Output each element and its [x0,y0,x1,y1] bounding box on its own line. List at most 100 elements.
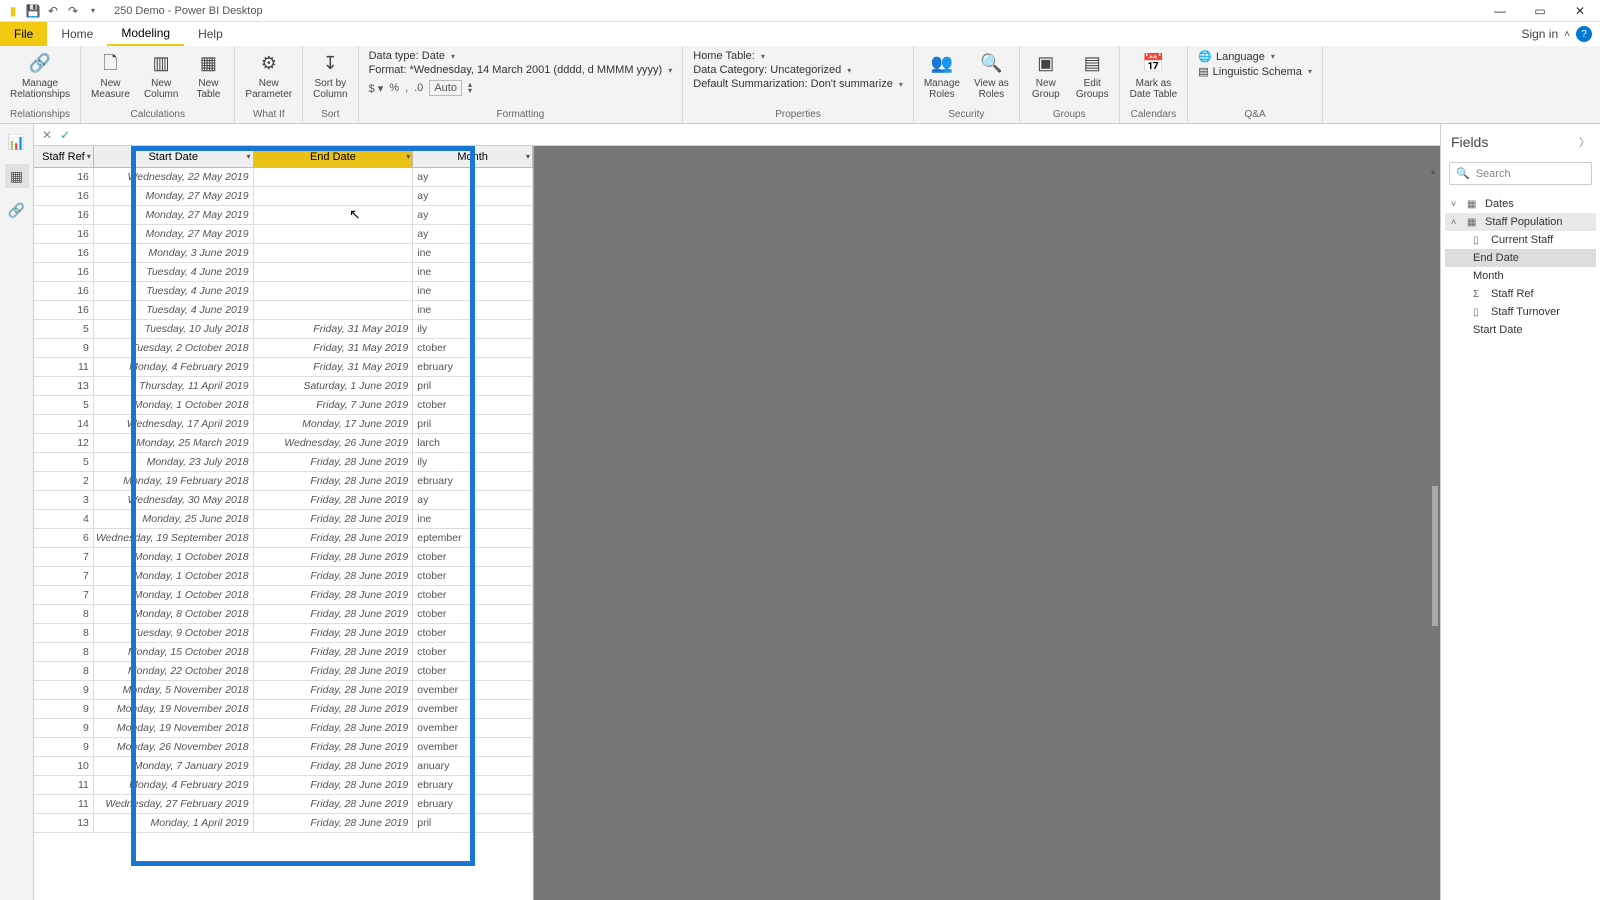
cell-staffref[interactable]: 16 [34,244,94,262]
column-header-staffref[interactable]: Staff Ref▾ [34,146,94,167]
vertical-scrollbar[interactable]: ▴ [1428,166,1438,898]
cell-month[interactable]: ctober [413,605,533,623]
cell-startdate[interactable]: Thursday, 11 April 2019 [94,377,254,395]
cancel-formula-icon[interactable]: ✕ [42,128,52,142]
cell-staffref[interactable]: 11 [34,776,94,794]
cell-startdate[interactable]: Monday, 8 October 2018 [94,605,254,623]
field-month[interactable]: Month [1445,267,1596,285]
cell-enddate[interactable]: Friday, 28 June 2019 [254,624,414,642]
scroll-up-icon[interactable]: ▴ [1428,166,1438,177]
cell-staffref[interactable]: 16 [34,301,94,319]
field-staff-ref[interactable]: ΣStaff Ref [1445,285,1596,303]
cell-month[interactable]: anuary [413,757,533,775]
cell-startdate[interactable]: Monday, 25 March 2019 [94,434,254,452]
field-start-date[interactable]: Start Date [1445,321,1596,339]
cell-month[interactable]: ctober [413,548,533,566]
table-row[interactable]: 2Monday, 19 February 2018Friday, 28 June… [34,472,533,491]
redo-icon[interactable]: ↷ [64,2,82,20]
tab-help[interactable]: Help [184,23,237,45]
cell-staffref[interactable]: 12 [34,434,94,452]
datatype-dropdown[interactable]: Data type: Date [369,50,673,62]
cell-startdate[interactable]: Monday, 22 October 2018 [94,662,254,680]
cell-startdate[interactable]: Tuesday, 9 October 2018 [94,624,254,642]
cell-staffref[interactable]: 2 [34,472,94,490]
cell-startdate[interactable]: Wednesday, 27 February 2019 [94,795,254,813]
cell-staffref[interactable]: 11 [34,795,94,813]
cell-staffref[interactable]: 9 [34,738,94,756]
table-row[interactable]: 7Monday, 1 October 2018Friday, 28 June 2… [34,567,533,586]
cell-enddate[interactable]: Friday, 28 June 2019 [254,472,414,490]
cell-month[interactable]: ay [413,187,533,205]
table-row[interactable]: 7Monday, 1 October 2018Friday, 28 June 2… [34,548,533,567]
commit-formula-icon[interactable]: ✓ [60,128,70,142]
cell-month[interactable]: ebruary [413,358,533,376]
table-row[interactable]: 3Wednesday, 30 May 2018Friday, 28 June 2… [34,491,533,510]
cell-startdate[interactable]: Tuesday, 4 June 2019 [94,282,254,300]
cell-enddate[interactable]: Friday, 28 June 2019 [254,586,414,604]
cell-enddate[interactable]: Friday, 28 June 2019 [254,529,414,547]
new-group-button[interactable]: ▣New Group [1026,48,1066,102]
column-header-enddate[interactable]: End Date▾ [254,146,414,167]
cell-month[interactable]: ctober [413,624,533,642]
datacategory-dropdown[interactable]: Data Category: Uncategorized [693,64,903,76]
cell-startdate[interactable]: Monday, 19 November 2018 [94,719,254,737]
cell-enddate[interactable] [254,244,414,262]
table-row[interactable]: 13Thursday, 11 April 2019Saturday, 1 Jun… [34,377,533,396]
cell-staffref[interactable]: 10 [34,757,94,775]
cell-enddate[interactable] [254,225,414,243]
cell-enddate[interactable]: Friday, 31 May 2019 [254,320,414,338]
cell-startdate[interactable]: Monday, 1 April 2019 [94,814,254,832]
scroll-thumb[interactable] [1432,486,1438,626]
table-row[interactable]: 16Monday, 27 May 2019ay [34,187,533,206]
report-view-icon[interactable]: 📊 [5,130,29,154]
thousands-icon[interactable]: , [405,82,408,94]
cell-staffref[interactable]: 16 [34,263,94,281]
cell-enddate[interactable]: Friday, 28 June 2019 [254,719,414,737]
cell-startdate[interactable]: Monday, 1 October 2018 [94,548,254,566]
cell-enddate[interactable] [254,301,414,319]
table-row[interactable]: 8Monday, 8 October 2018Friday, 28 June 2… [34,605,533,624]
table-node-dates[interactable]: ˅ ▦ Dates [1445,195,1596,213]
table-row[interactable]: 16Tuesday, 4 June 2019ine [34,301,533,320]
table-row[interactable]: 9Monday, 19 November 2018Friday, 28 June… [34,719,533,738]
cell-month[interactable]: ine [413,263,533,281]
cell-startdate[interactable]: Monday, 4 February 2019 [94,358,254,376]
cell-enddate[interactable]: Friday, 28 June 2019 [254,453,414,471]
cell-enddate[interactable]: Friday, 28 June 2019 [254,605,414,623]
table-row[interactable]: 10Monday, 7 January 2019Friday, 28 June … [34,757,533,776]
cell-enddate[interactable]: Friday, 28 June 2019 [254,814,414,832]
field-current-staff[interactable]: ▯Current Staff [1445,231,1596,249]
minimize-button[interactable]: — [1480,0,1520,22]
table-row[interactable]: 11Wednesday, 27 February 2019Friday, 28 … [34,795,533,814]
cell-month[interactable]: ctober [413,586,533,604]
cell-month[interactable]: ine [413,510,533,528]
cell-startdate[interactable]: Tuesday, 4 June 2019 [94,263,254,281]
cell-staffref[interactable]: 7 [34,586,94,604]
cell-startdate[interactable]: Monday, 3 June 2019 [94,244,254,262]
cell-startdate[interactable]: Monday, 4 February 2019 [94,776,254,794]
new-table-button[interactable]: ▦New Table [188,48,228,102]
cell-staffref[interactable]: 8 [34,605,94,623]
edit-groups-button[interactable]: ▤Edit Groups [1072,48,1113,102]
table-row[interactable]: 5Monday, 1 October 2018Friday, 7 June 20… [34,396,533,415]
cell-startdate[interactable]: Monday, 1 October 2018 [94,567,254,585]
cell-month[interactable]: ebruary [413,795,533,813]
cell-enddate[interactable]: Friday, 28 June 2019 [254,491,414,509]
language-dropdown[interactable]: 🌐 Language [1198,50,1312,63]
new-column-button[interactable]: ▥New Column [140,48,182,102]
cell-startdate[interactable]: Monday, 23 July 2018 [94,453,254,471]
table-row[interactable]: 7Monday, 1 October 2018Friday, 28 June 2… [34,586,533,605]
filter-dropdown-icon[interactable]: ▾ [406,152,410,161]
cell-staffref[interactable]: 5 [34,453,94,471]
cell-staffref[interactable]: 13 [34,814,94,832]
table-row[interactable]: 11Monday, 4 February 2019Friday, 31 May … [34,358,533,377]
signin-link[interactable]: Sign in [1521,27,1558,41]
cell-enddate[interactable]: Friday, 28 June 2019 [254,662,414,680]
cell-month[interactable]: ay [413,491,533,509]
auto-decimals[interactable]: Auto [429,80,462,96]
cell-startdate[interactable]: Wednesday, 19 September 2018 [94,529,254,547]
cell-enddate[interactable]: Friday, 28 June 2019 [254,700,414,718]
collapse-ribbon-icon[interactable]: ˄ [1564,29,1570,40]
cell-month[interactable]: ctober [413,662,533,680]
table-row[interactable]: 16Monday, 3 June 2019ine [34,244,533,263]
